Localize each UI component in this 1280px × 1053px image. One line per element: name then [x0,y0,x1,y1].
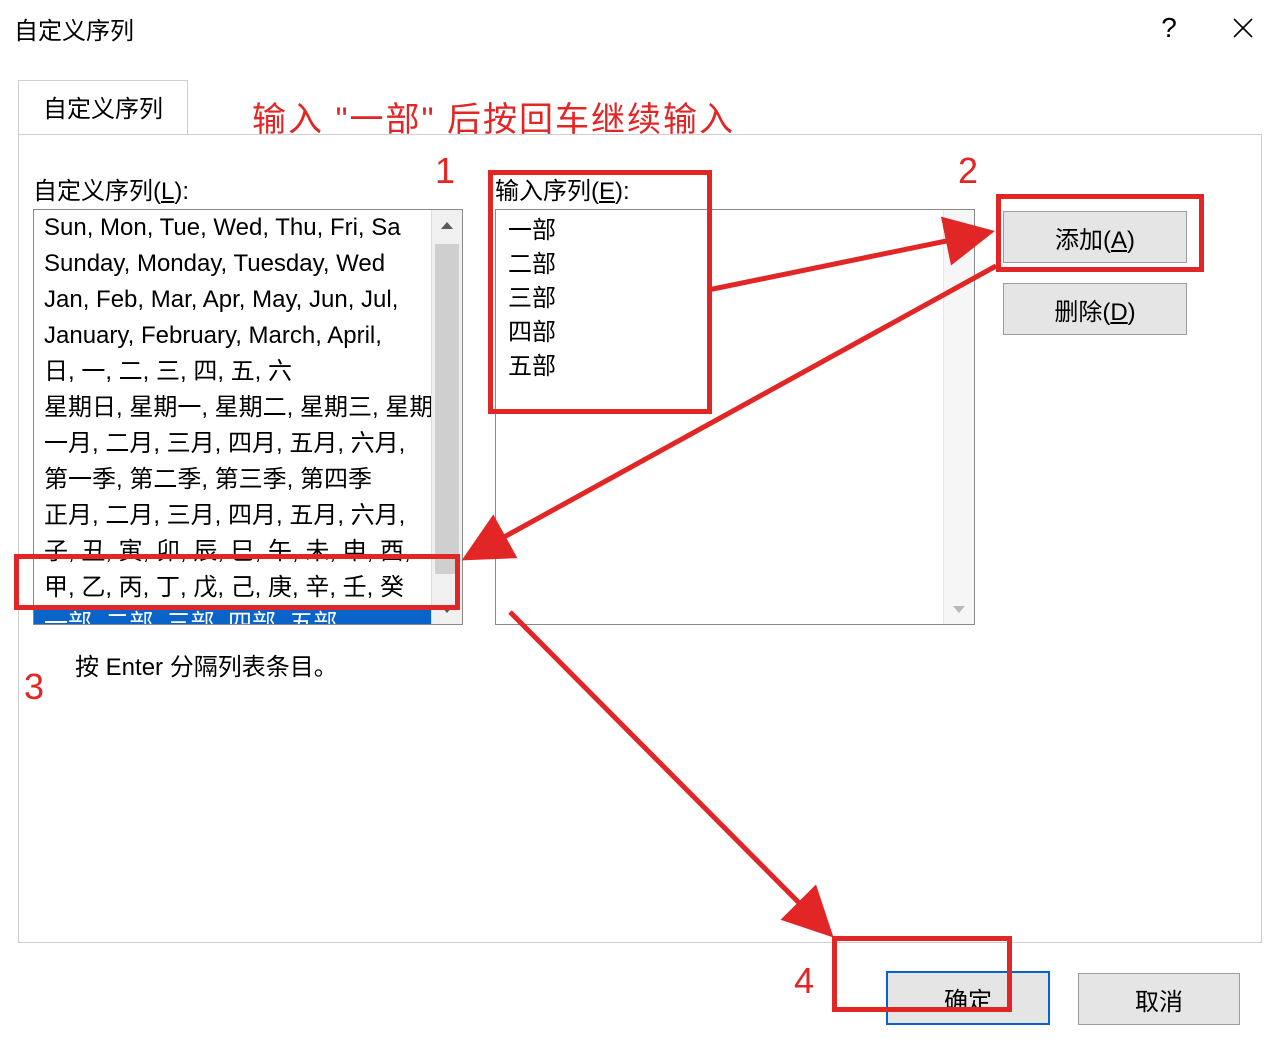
chevron-down-icon [953,606,965,613]
scroll-down-button[interactable] [432,594,462,624]
chevron-up-icon [441,222,453,229]
list-entries-textbox[interactable]: 一部 二部 三部 四部 五部 [495,209,975,625]
label-custom-lists: 自定义序列(L): [33,171,189,206]
list-item[interactable]: 第一季, 第二季, 第三季, 第四季 [34,462,432,498]
cancel-button[interactable]: 取消 [1078,973,1240,1025]
custom-lists-items: Sun, Mon, Tue, Wed, Thu, Fri, Sa Sunday,… [34,210,432,624]
scrollbar-thumb[interactable] [435,244,459,574]
help-button[interactable]: ? [1132,0,1206,56]
tab-region: 自定义序列 自定义序列(L): 输入序列(E): Sun, Mon, Tue, … [18,84,1262,943]
label-list-entries: 输入序列(E): [495,171,630,206]
scrollbar-track[interactable] [431,210,462,624]
list-item[interactable]: Jan, Feb, Mar, Apr, May, Jun, Jul, [34,282,432,318]
close-icon [1232,17,1254,39]
scroll-down-button[interactable] [944,594,974,624]
list-item[interactable]: Sun, Mon, Tue, Wed, Thu, Fri, Sa [34,210,432,246]
titlebar: 自定义序列 ? [0,0,1280,56]
list-item[interactable]: 日, 一, 二, 三, 四, 五, 六 [34,354,432,390]
list-item-selected[interactable]: 一部, 二部, 三部, 四部, 五部 [34,606,432,624]
custom-lists-dialog: 自定义序列 ? 自定义序列 自定义序列(L): 输入序列(E): Sun, M [0,0,1280,1053]
list-item[interactable]: 一月, 二月, 三月, 四月, 五月, 六月, [34,426,432,462]
list-item[interactable]: 子, 丑, 寅, 卯, 辰, 巳, 午, 未, 申, 酉, [34,534,432,570]
list-item[interactable]: 正月, 二月, 三月, 四月, 五月, 六月, [34,498,432,534]
list-item[interactable]: 星期日, 星期一, 星期二, 星期三, 星期 [34,390,432,426]
ok-button[interactable]: 确定 [886,971,1050,1025]
scroll-up-button[interactable] [944,210,974,240]
close-button[interactable] [1206,0,1280,56]
hint-text: 按 Enter 分隔列表条目。 [75,647,338,682]
list-entries-lines: 一部 二部 三部 四部 五部 [496,210,944,624]
tab-header: 自定义序列 [18,84,188,134]
delete-button[interactable]: 删除(D) [1003,283,1187,335]
tab-custom-lists[interactable]: 自定义序列 [18,80,188,135]
annotation-number-4: 4 [794,960,814,1002]
custom-lists-listbox[interactable]: Sun, Mon, Tue, Wed, Thu, Fri, Sa Sunday,… [33,209,463,625]
chevron-down-icon [441,606,453,613]
window-title: 自定义序列 [14,11,134,46]
list-item[interactable]: Sunday, Monday, Tuesday, Wed [34,246,432,282]
chevron-up-icon [953,222,965,229]
tab-body: 自定义序列(L): 输入序列(E): Sun, Mon, Tue, Wed, T… [18,134,1262,943]
add-button[interactable]: 添加(A) [1003,211,1187,263]
list-item[interactable]: 甲, 乙, 丙, 丁, 戊, 己, 庚, 辛, 壬, 癸 [34,570,432,606]
list-item[interactable]: January, February, March, April, [34,318,432,354]
scroll-up-button[interactable] [432,210,462,240]
scrollbar-track[interactable] [943,210,974,624]
